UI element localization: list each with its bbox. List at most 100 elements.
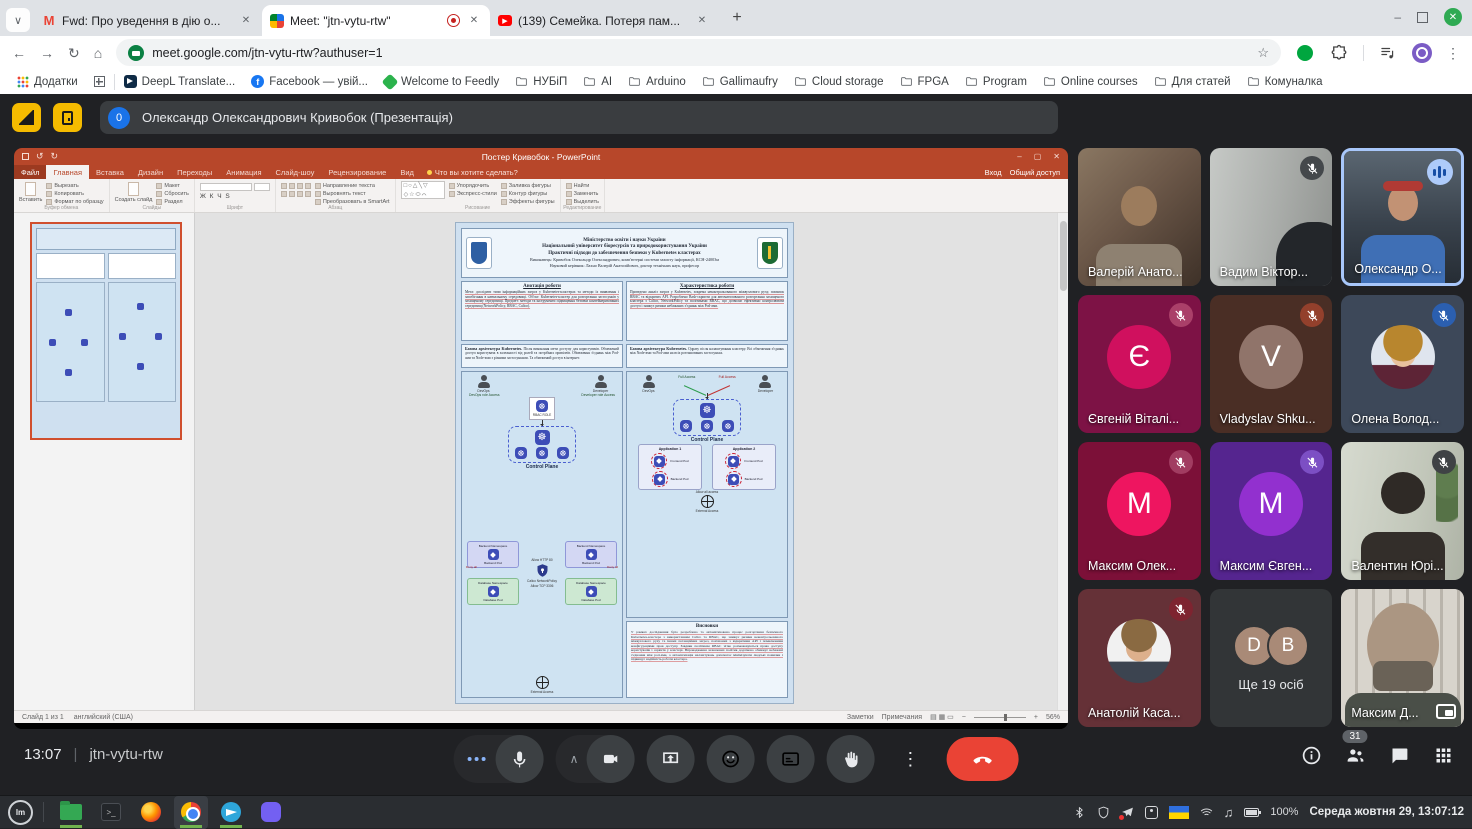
- pod-icon: [487, 549, 499, 560]
- bookmark-folder[interactable]: Online courses: [1036, 72, 1145, 91]
- participant-tile[interactable]: Олександр О...: [1341, 148, 1464, 286]
- leave-call-button[interactable]: [946, 737, 1019, 781]
- telegram-tray-icon[interactable]: [1118, 806, 1134, 820]
- recording-indicator-icon: [447, 14, 460, 27]
- more-options-button[interactable]: ⋮: [886, 735, 934, 783]
- participant-tile[interactable]: Максим Д...: [1341, 589, 1464, 727]
- activities-button[interactable]: [1430, 742, 1456, 768]
- lightbulb-icon: [426, 169, 432, 175]
- camera-control[interactable]: ∧: [555, 735, 635, 783]
- bookmark-folder[interactable]: Program: [958, 72, 1034, 91]
- taskbar-terminal[interactable]: >_: [94, 796, 128, 829]
- captions-button[interactable]: [766, 735, 815, 783]
- person-icon: DevOps: [477, 375, 490, 393]
- people-button[interactable]: 31: [1342, 730, 1368, 768]
- shield-icon[interactable]: [1097, 806, 1110, 819]
- mic-button[interactable]: [495, 735, 544, 783]
- maximize-button[interactable]: [1417, 11, 1428, 23]
- close-icon[interactable]: ✕: [694, 13, 710, 29]
- participant-tile[interactable]: Вадим Віктор...: [1209, 148, 1333, 286]
- chat-button[interactable]: [1386, 742, 1412, 768]
- bookmark-deepl[interactable]: DeepL Translate...: [117, 72, 243, 91]
- raise-hand-button[interactable]: [826, 735, 875, 783]
- browser-menu-icon[interactable]: ⋮: [1446, 46, 1460, 60]
- bookmark-folder[interactable]: НУБіП: [508, 72, 574, 91]
- kubernetes-icon: ☸: [699, 403, 715, 418]
- yellow-ruler-extension-icon[interactable]: [12, 103, 41, 132]
- bookmark-folder[interactable]: Arduino: [621, 72, 693, 91]
- back-button[interactable]: ←: [12, 46, 26, 60]
- tab-label: Meet: "jtn-vytu-rtw": [290, 13, 391, 28]
- mic-off-icon: [1431, 450, 1456, 474]
- taskbar-firefox[interactable]: [134, 796, 168, 829]
- presenter-chip[interactable]: 0 Олександр Олександрович Кривобок (През…: [100, 101, 1058, 134]
- picture-in-picture-icon[interactable]: [1435, 704, 1456, 719]
- screenshare-tile[interactable]: ↺ ↻ Постер Кривобок - PowerPoint – ▢ ✕ Ф…: [14, 148, 1068, 729]
- facebook-icon: f: [251, 75, 265, 88]
- close-icon[interactable]: ✕: [466, 13, 482, 29]
- info-icon: [1301, 745, 1322, 766]
- participant-tile[interactable]: V Vladyslav Shku...: [1209, 295, 1333, 433]
- media-controls-icon[interactable]: [1378, 43, 1398, 63]
- minimize-button[interactable]: –: [1394, 10, 1401, 24]
- camera-button[interactable]: [586, 735, 635, 783]
- bookmark-folder[interactable]: AI: [576, 72, 619, 91]
- taskbar-viber[interactable]: [254, 796, 288, 829]
- taskbar-telegram[interactable]: [214, 796, 248, 829]
- keyboard-layout-flag-ua[interactable]: [1168, 805, 1189, 819]
- tab-meet[interactable]: Meet: "jtn-vytu-rtw" ✕: [262, 5, 490, 36]
- window-close-button[interactable]: ✕: [1444, 8, 1462, 26]
- profile-avatar[interactable]: [1412, 42, 1432, 63]
- audio-player-icon[interactable]: ♫: [1224, 805, 1234, 820]
- taskbar-clock[interactable]: Середа жовтня 29, 13:07:12: [1309, 806, 1464, 818]
- bookmark-folder[interactable]: Gallimaufry: [695, 72, 785, 91]
- tab-youtube[interactable]: ▶ (139) Семейка. Потеря пам... ✕: [490, 5, 718, 36]
- red-circular-arrow: [651, 453, 668, 469]
- meeting-details-button[interactable]: [1298, 742, 1324, 768]
- participant-tile[interactable]: Анатолій Каса...: [1078, 589, 1201, 727]
- forward-button[interactable]: →: [40, 46, 54, 60]
- bookmark-squares[interactable]: [87, 73, 112, 90]
- participant-tile[interactable]: М Максим Євген...: [1209, 442, 1333, 580]
- home-button[interactable]: ⌂: [94, 46, 102, 60]
- ghostery-extension-icon[interactable]: [1295, 43, 1315, 63]
- participant-tile[interactable]: Валентин Юрі...: [1341, 442, 1464, 580]
- bookmark-folder[interactable]: Для статей: [1147, 72, 1238, 91]
- bookmark-star-icon[interactable]: ☆: [1257, 45, 1269, 61]
- browser-navbar: ← → ↻ ⌂ meet.google.com/jtn-vytu-rtw?aut…: [0, 36, 1472, 69]
- terminal-icon: >_: [101, 803, 121, 821]
- taskbar-files[interactable]: [54, 796, 88, 829]
- wifi-icon[interactable]: [1200, 806, 1213, 819]
- tab-gmail[interactable]: M Fwd: Про уведення в дію о... ✕: [34, 5, 262, 36]
- tab-search-button[interactable]: ∨: [6, 8, 30, 32]
- bookmark-feedly[interactable]: Welcome to Feedly: [377, 73, 506, 91]
- participant-tile[interactable]: Олена Волод...: [1341, 295, 1464, 433]
- folder-icon: [1043, 75, 1056, 88]
- participant-tile[interactable]: М Максим Олек...: [1078, 442, 1201, 580]
- taskbar-chrome[interactable]: [174, 795, 208, 829]
- screenshot-tray-icon[interactable]: [1144, 805, 1158, 819]
- reload-button[interactable]: ↻: [68, 46, 80, 60]
- bookmark-apps[interactable]: Додатки: [10, 73, 85, 91]
- mic-control[interactable]: [453, 735, 544, 783]
- bookmark-folder[interactable]: Комуналка: [1240, 72, 1330, 91]
- yellow-door-extension-icon[interactable]: [53, 103, 82, 132]
- new-tab-button[interactable]: +: [724, 5, 750, 31]
- participant-tile[interactable]: Є Євгеній Віталі...: [1078, 295, 1201, 433]
- pod-icon: [654, 473, 666, 485]
- chevron-up-icon[interactable]: ∧: [556, 752, 587, 766]
- extensions-puzzle-icon[interactable]: [1329, 43, 1349, 63]
- bookmark-facebook[interactable]: f Facebook — увій...: [244, 72, 375, 91]
- present-button[interactable]: [646, 735, 695, 783]
- battery-icon[interactable]: [1244, 807, 1262, 817]
- bookmark-folder[interactable]: Cloud storage: [787, 72, 891, 91]
- close-icon[interactable]: ✕: [238, 13, 254, 29]
- reactions-button[interactable]: [706, 735, 755, 783]
- bookmark-folder[interactable]: FPGA: [893, 72, 956, 91]
- overflow-participants-tile[interactable]: D B Ще 19 осіб: [1209, 589, 1333, 727]
- mint-menu-button[interactable]: lm: [8, 799, 33, 825]
- bluetooth-icon[interactable]: [1073, 806, 1086, 819]
- divider: [1363, 44, 1364, 61]
- address-bar[interactable]: meet.google.com/jtn-vytu-rtw?authuser=1 …: [116, 39, 1281, 66]
- participant-tile[interactable]: Валерій Анато...: [1078, 148, 1201, 286]
